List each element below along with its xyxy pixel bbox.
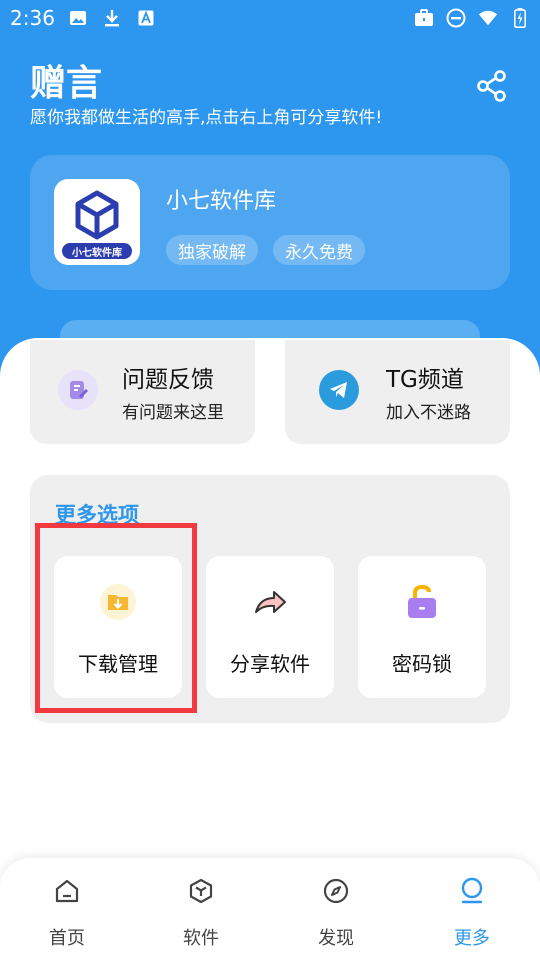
- page-subtitle: 愿你我都做生活的高手,点击右上角可分享软件!: [30, 108, 383, 128]
- wifi-icon: [478, 8, 498, 28]
- status-bar: 2:36: [0, 0, 540, 36]
- compass-icon: [322, 876, 350, 906]
- feedback-title: 问题反馈: [122, 367, 214, 393]
- tg-channel-title: TG频道: [386, 367, 464, 393]
- app-logo-label: 小七软件库: [62, 243, 132, 259]
- home-icon: [53, 876, 81, 906]
- font-icon: [136, 8, 156, 28]
- status-time: 2:36: [10, 6, 55, 30]
- app-card[interactable]: 小七软件库 小七软件库 独家破解 永久免费: [30, 155, 510, 290]
- feedback-card[interactable]: 问题反馈 有问题来这里: [30, 340, 255, 444]
- highlight-box: [35, 523, 197, 713]
- feedback-icon: [58, 370, 98, 410]
- bottom-nav: 首页 软件 发现 更多: [0, 858, 540, 960]
- image-icon: [68, 8, 88, 28]
- feedback-subtitle: 有问题来这里: [122, 403, 224, 423]
- nav-more-label: 更多: [454, 928, 490, 949]
- share-arrow-icon: [250, 582, 290, 622]
- app-logo: 小七软件库: [54, 179, 140, 265]
- more-icon: [458, 876, 486, 906]
- tg-channel-card[interactable]: TG频道 加入不迷路: [285, 340, 510, 444]
- lock-icon: [402, 582, 442, 622]
- password-lock-button[interactable]: 密码锁: [358, 556, 486, 698]
- nav-software-label: 软件: [183, 928, 219, 949]
- battery-charging-icon: [510, 8, 530, 28]
- briefcase-icon: [414, 8, 434, 28]
- download-icon: [102, 8, 122, 28]
- nav-home[interactable]: 首页: [17, 876, 117, 949]
- password-lock-label: 密码锁: [392, 652, 452, 676]
- nav-software[interactable]: 软件: [151, 876, 251, 949]
- page-title: 赠言: [30, 63, 103, 104]
- nav-more[interactable]: 更多: [422, 876, 522, 949]
- cube-icon: [187, 876, 215, 906]
- share-button[interactable]: [474, 70, 510, 106]
- do-not-disturb-icon: [446, 8, 466, 28]
- nav-discover[interactable]: 发现: [286, 876, 386, 949]
- tg-channel-subtitle: 加入不迷路: [386, 403, 471, 423]
- nav-discover-label: 发现: [318, 928, 354, 949]
- share-software-button[interactable]: 分享软件: [206, 556, 334, 698]
- telegram-icon: [319, 370, 359, 410]
- share-software-label: 分享软件: [230, 652, 310, 676]
- tag-crack: 独家破解: [166, 235, 258, 265]
- tag-free: 永久免费: [273, 235, 365, 265]
- app-name: 小七软件库: [166, 189, 277, 214]
- share-icon: [475, 69, 509, 107]
- nav-home-label: 首页: [49, 928, 85, 949]
